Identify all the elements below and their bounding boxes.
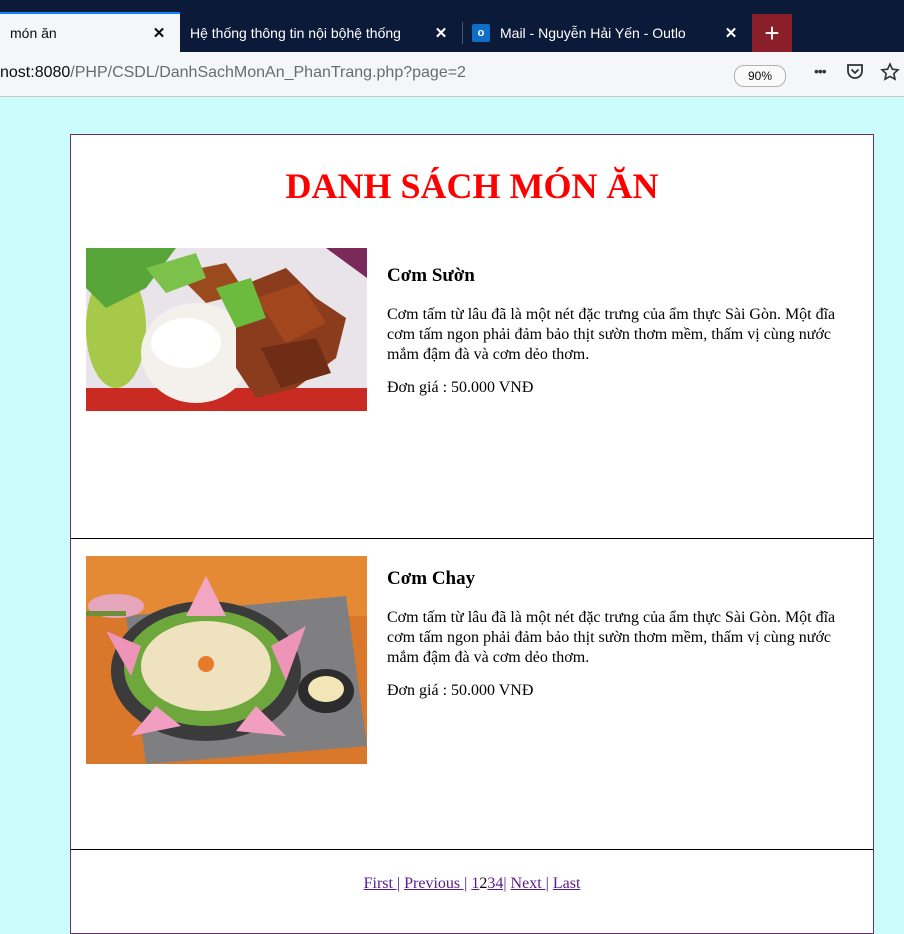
address-bar[interactable]: nost:8080/PHP/CSDL/DanhSachMonAn_PhanTra… (0, 64, 466, 82)
browser-toolbar: nost:8080/PHP/CSDL/DanhSachMonAn_PhanTra… (0, 52, 904, 97)
close-tab-icon[interactable]: ✕ (150, 24, 168, 42)
first-page-link[interactable]: First | (364, 875, 401, 892)
food-info: Cơm Sườn Cơm tấm từ lâu đã là một nét đặ… (387, 265, 861, 397)
tab-mon-an[interactable]: món ăn ✕ (0, 12, 180, 52)
menu-list-container: DANH SÁCH MÓN ĂN Cơm Sườn Cơm tấm từ lâu… (70, 134, 874, 934)
browser-tab-bar: món ăn ✕ Hệ thống thông tin nội bộhệ thố… (0, 0, 904, 52)
url-path: /PHP/CSDL/DanhSachMonAn_PhanTrang.php?pa… (70, 64, 466, 81)
pocket-icon[interactable] (846, 62, 864, 85)
url-host: nost:8080 (0, 64, 71, 81)
food-name: Cơm Sườn (387, 265, 475, 286)
com-suon-image (86, 248, 367, 411)
food-info: Cơm Chay Cơm tấm từ lâu đã là một nét đặ… (387, 568, 861, 700)
next-page-link[interactable]: Next | (511, 875, 549, 892)
com-chay-image (86, 556, 367, 764)
food-price: Đơn giá : 50.000 VNĐ (387, 379, 534, 396)
zoom-level-button[interactable]: 90% (734, 65, 786, 87)
food-price: Đơn giá : 50.000 VNĐ (387, 682, 534, 699)
page-title: DANH SÁCH MÓN ĂN (285, 166, 659, 206)
food-description: Cơm tấm từ lâu đã là một nét đặc trưng c… (387, 609, 836, 666)
bookmark-star-icon[interactable] (880, 62, 900, 87)
last-page-link[interactable]: Last (553, 875, 581, 892)
pagination: First | Previous | 1234| Next | Last (71, 875, 873, 893)
tab-title: Mail - Nguyễn Hải Yến - Outlo (500, 25, 686, 41)
close-tab-icon[interactable]: ✕ (432, 24, 450, 42)
tab-mail-outlook[interactable]: o Mail - Nguyễn Hải Yến - Outlo ✕ (462, 14, 752, 52)
food-name: Cơm Chay (387, 568, 476, 589)
new-tab-button[interactable]: + (752, 14, 792, 52)
list-item: Cơm Chay Cơm tấm từ lâu đã là một nét đặ… (71, 540, 873, 850)
list-item: Cơm Sườn Cơm tấm từ lâu đã là một nét đặ… (71, 247, 873, 539)
outlook-icon: o (472, 24, 490, 42)
page-4-link[interactable]: 4| (495, 875, 506, 892)
previous-page-link[interactable]: Previous | (404, 875, 467, 892)
tab-title: Hệ thống thông tin nội bộhệ thống (190, 25, 401, 41)
food-description: Cơm tấm từ lâu đã là một nét đặc trưng c… (387, 306, 836, 363)
tab-he-thong-thong-tin[interactable]: Hệ thống thông tin nội bộhệ thống ✕ (180, 14, 462, 52)
close-tab-icon[interactable]: ✕ (722, 24, 740, 42)
tab-title: món ăn (10, 25, 57, 41)
page-actions-menu-icon[interactable]: ••• (814, 63, 827, 79)
